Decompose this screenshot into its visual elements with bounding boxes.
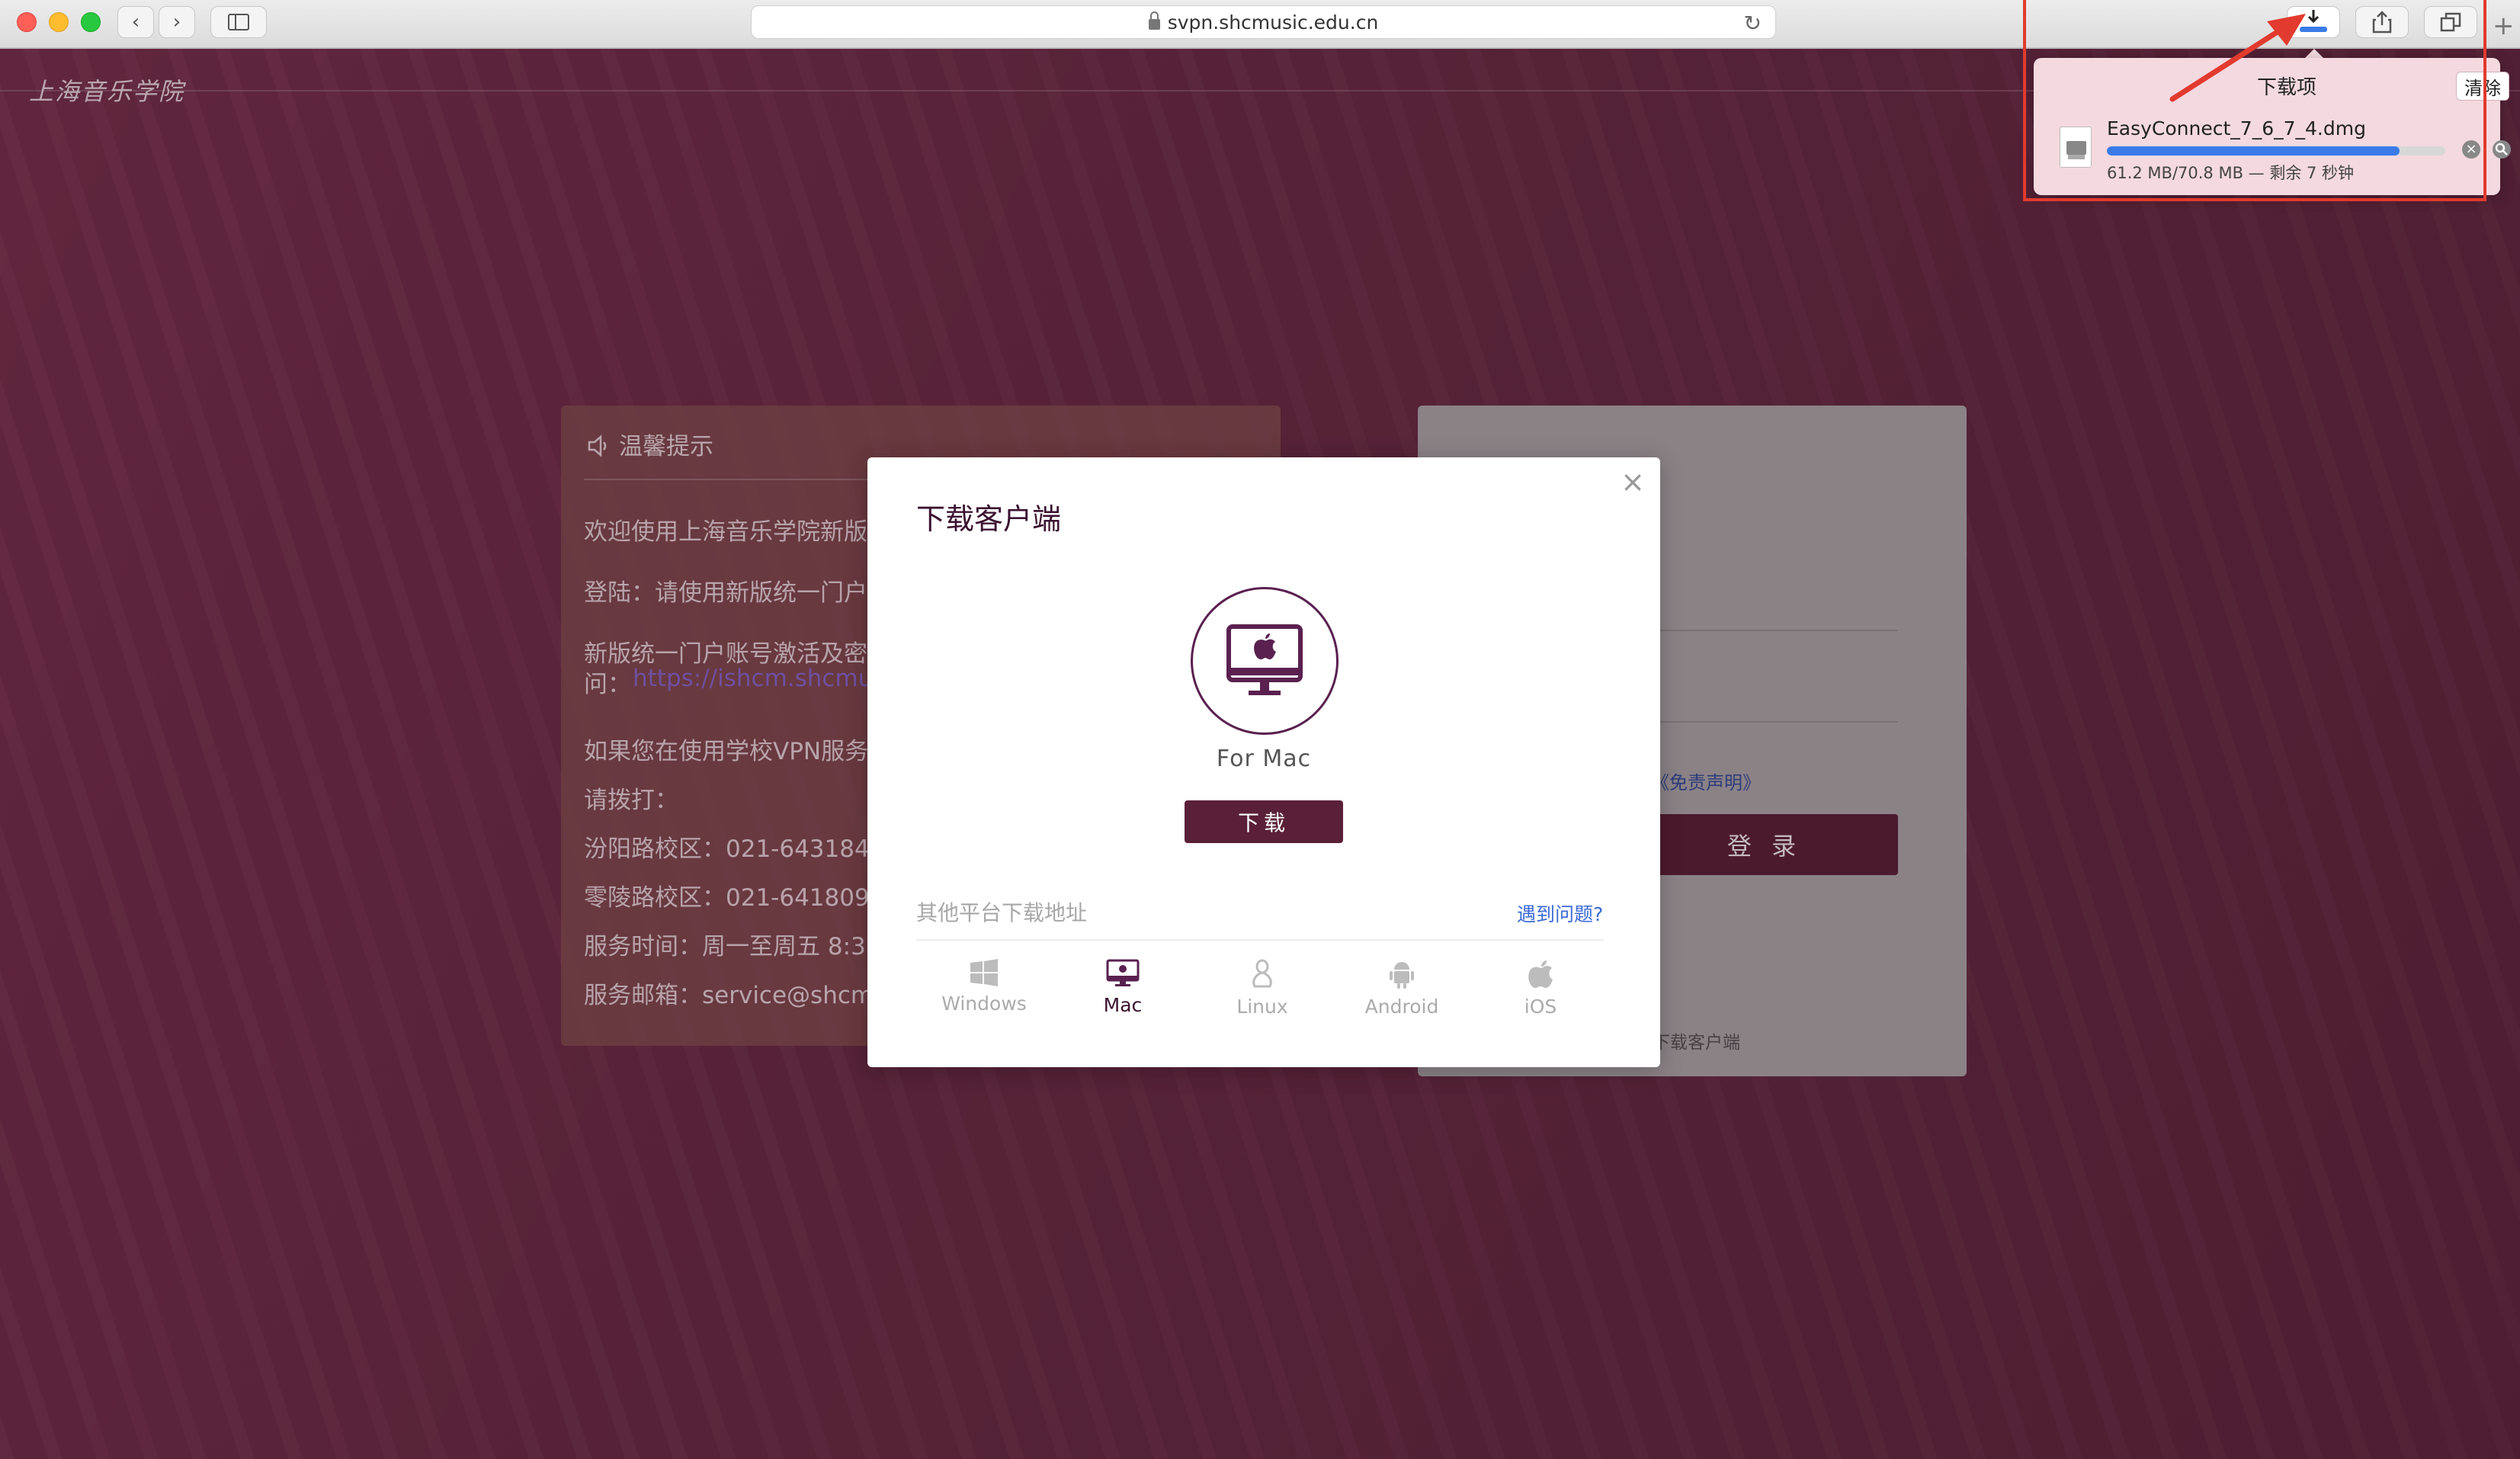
chevron-right-icon: ›	[172, 11, 181, 34]
tab-ios[interactable]: iOS	[1483, 959, 1598, 1018]
tab-windows[interactable]: Windows	[927, 959, 1041, 1015]
minimize-window-button[interactable]	[49, 12, 69, 32]
close-window-button[interactable]	[17, 12, 37, 32]
new-tab-icon[interactable]: +	[2493, 11, 2515, 41]
apple-icon	[1528, 960, 1553, 988]
other-platforms-label: 其他平台下载地址	[916, 900, 1088, 925]
mac-platform-emblem	[1191, 587, 1339, 735]
reload-icon[interactable]: ↻	[1744, 11, 1762, 36]
annotation-arrow	[2169, 14, 2306, 102]
chevron-left-icon: ‹	[131, 11, 140, 34]
sidebar-button[interactable]	[210, 6, 267, 38]
back-button[interactable]: ‹	[117, 6, 154, 38]
windows-icon	[970, 959, 998, 986]
mac-monitor-icon	[1106, 959, 1140, 986]
sidebar-icon	[228, 14, 249, 30]
close-icon[interactable]: ×	[1619, 467, 1646, 496]
tab-label: iOS	[1524, 996, 1557, 1018]
tab-label: Windows	[941, 992, 1027, 1015]
linux-icon	[1252, 959, 1272, 988]
download-button[interactable]: 下载	[1185, 800, 1343, 843]
platform-divider	[916, 939, 1604, 941]
tab-android[interactable]: Android	[1345, 959, 1459, 1018]
modal-title: 下载客户端	[916, 502, 1062, 536]
tab-mac[interactable]: Mac	[1066, 959, 1180, 1016]
tab-label: Linux	[1236, 996, 1288, 1018]
url-text: svpn.shcmusic.edu.cn	[1167, 11, 1379, 34]
mac-monitor-icon	[1226, 624, 1303, 695]
zoom-window-button[interactable]	[81, 12, 101, 32]
tab-label: Mac	[1103, 994, 1143, 1016]
tab-linux[interactable]: Linux	[1205, 959, 1319, 1018]
platform-name: For Mac	[1216, 746, 1312, 772]
tab-label: Android	[1364, 996, 1439, 1018]
magnifier-icon[interactable]	[2493, 140, 2511, 159]
problem-link[interactable]: 遇到问题?	[1517, 899, 1603, 927]
address-bar[interactable]: svpn.shcmusic.edu.cn ↻	[751, 5, 1776, 39]
android-icon	[1390, 962, 1414, 989]
lock-icon	[1148, 11, 1160, 30]
forward-button[interactable]: ›	[159, 6, 195, 38]
